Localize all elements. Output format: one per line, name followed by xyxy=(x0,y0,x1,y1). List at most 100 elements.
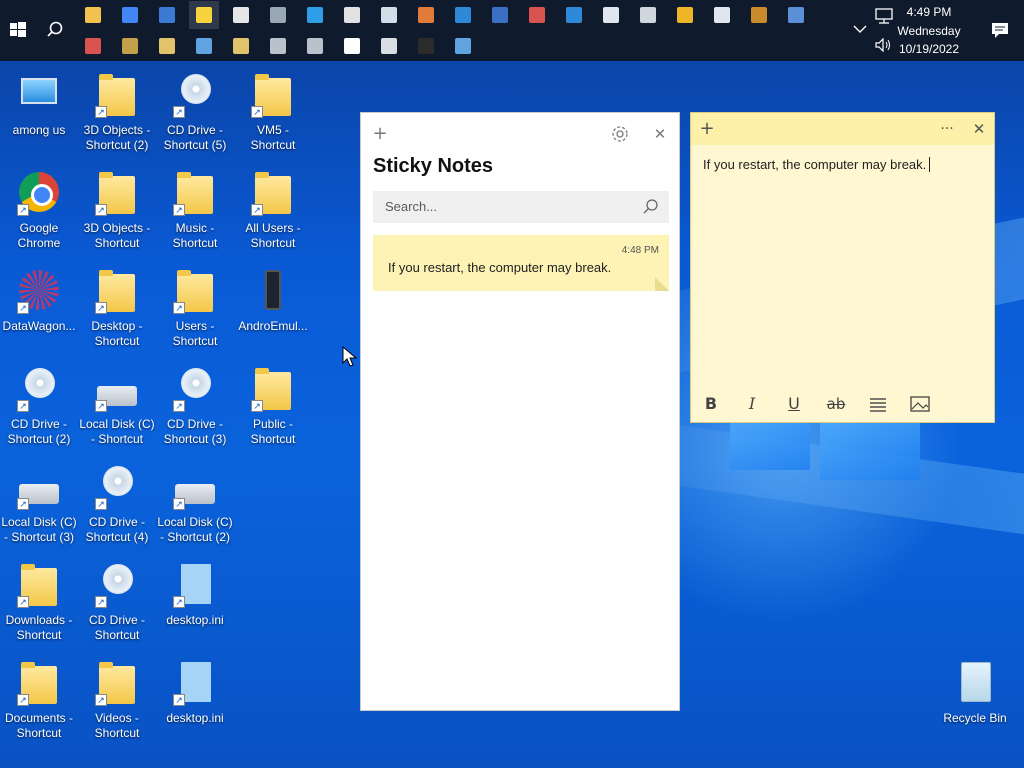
search-icon[interactable] xyxy=(641,197,661,217)
taskbar-app-command-prompt[interactable] xyxy=(411,32,441,60)
image-icon[interactable] xyxy=(907,393,933,415)
desktop-icon[interactable]: ↗ Public - Shortcut xyxy=(234,358,312,454)
taskbar-app-control-panel[interactable] xyxy=(781,1,811,29)
taskbar-app-printer[interactable] xyxy=(633,1,663,29)
taskbar-app-internet-explorer[interactable] xyxy=(300,1,330,29)
desktop-icon[interactable]: AndroEmul... xyxy=(234,260,312,356)
taskbar-app-sticky-notes[interactable] xyxy=(189,1,219,29)
close-list-button[interactable]: ✕ xyxy=(649,123,671,145)
no-entry-icon xyxy=(344,38,360,54)
search-input[interactable]: Search... xyxy=(373,191,669,223)
close-note-button[interactable]: ✕ xyxy=(967,118,991,140)
desktop-icon-label: CD Drive - Shortcut (3) xyxy=(163,417,227,446)
taskbar-app-no-entry[interactable] xyxy=(337,32,367,60)
desktop-icon[interactable]: ↗ 3D Objects - Shortcut (2) xyxy=(78,64,156,160)
pc-icon xyxy=(15,72,63,120)
new-note-button[interactable]: + xyxy=(369,123,391,145)
desktop-icon[interactable]: ↗ CD Drive - Shortcut (3) xyxy=(156,358,234,454)
desktop-icon[interactable]: ↗ desktop.ini xyxy=(156,554,234,650)
shortcut-arrow-icon: ↗ xyxy=(17,204,29,216)
taskbar-app-snipping-tool[interactable] xyxy=(522,1,552,29)
desktop-icon[interactable]: ↗ Users - Shortcut xyxy=(156,260,234,356)
taskbar-app-calendar[interactable] xyxy=(596,1,626,29)
taskbar-app-chrome[interactable] xyxy=(115,1,145,29)
taskbar-app-network[interactable] xyxy=(263,1,293,29)
taskbar-app-admin-tools[interactable] xyxy=(374,32,404,60)
taskbar-app-monitor[interactable] xyxy=(448,32,478,60)
desktop-icon[interactable]: ↗ 3D Objects - Shortcut xyxy=(78,162,156,258)
desktop-icon[interactable]: ↗ Local Disk (C) - Shortcut xyxy=(78,358,156,454)
taskbar-app-media-player[interactable] xyxy=(485,1,515,29)
shortcut-arrow-icon: ↗ xyxy=(17,302,29,314)
clock-day[interactable]: Wednesday xyxy=(879,24,979,38)
taskbar-app-palette[interactable] xyxy=(411,1,441,29)
strikethrough-button[interactable]: ab xyxy=(823,393,849,415)
gear-icon[interactable] xyxy=(609,123,631,145)
shortcut-arrow-icon: ↗ xyxy=(95,498,107,510)
desktop-icon-label: desktop.ini xyxy=(166,613,224,627)
desktop-icon[interactable]: ↗ Documents - Shortcut xyxy=(0,652,78,748)
taskbar-app-video[interactable] xyxy=(670,1,700,29)
shortcut-arrow-icon: ↗ xyxy=(173,498,185,510)
taskbar-app-archive[interactable] xyxy=(78,32,108,60)
desktop-icon[interactable]: ↗ Google Chrome xyxy=(0,162,78,258)
taskbar-app-notepad[interactable] xyxy=(374,1,404,29)
taskbar-app-registry[interactable] xyxy=(152,32,182,60)
cd-icon: ↗ xyxy=(93,464,141,512)
desktop-icon[interactable]: among us xyxy=(0,64,78,160)
desktop-icon[interactable]: ↗ Local Disk (C) - Shortcut (3) xyxy=(0,456,78,552)
taskbar-app-notes-lock[interactable] xyxy=(226,32,256,60)
desktop-icon[interactable]: ↗ CD Drive - Shortcut (5) xyxy=(156,64,234,160)
chevron-up-icon[interactable] xyxy=(853,24,867,34)
desktop-icon[interactable]: ↗ Downloads - Shortcut xyxy=(0,554,78,650)
desktop-icon[interactable]: ↗ Local Disk (C) - Shortcut (2) xyxy=(156,456,234,552)
desktop-icon-label: Music - Shortcut xyxy=(172,221,218,250)
taskbar-app-file-explorer[interactable] xyxy=(78,1,108,29)
add-note-button[interactable]: + xyxy=(695,118,719,140)
cd-icon: ↗ xyxy=(93,562,141,610)
taskbar-app-settings[interactable] xyxy=(226,1,256,29)
notification-icon[interactable] xyxy=(991,21,1009,39)
desktop-icon[interactable]: ↗ desktop.ini xyxy=(156,652,234,748)
taskbar-app-magnifier[interactable] xyxy=(189,32,219,60)
bold-button[interactable]: B xyxy=(698,393,724,415)
clock-date[interactable]: 10/19/2022 xyxy=(879,42,979,56)
start-button[interactable] xyxy=(0,0,36,61)
taskbar-app-image-viewer[interactable] xyxy=(152,1,182,29)
desktop-icon[interactable]: ↗ Desktop - Shortcut xyxy=(78,260,156,356)
folder-icon: ↗ xyxy=(171,268,219,316)
note-menu-button[interactable]: ··· xyxy=(935,118,959,140)
note-title-bar[interactable]: + ··· ✕ xyxy=(691,113,994,145)
desktop-icon[interactable]: ↗ VM5 - Shortcut xyxy=(234,64,312,160)
desktop-icon-label: DataWagon... xyxy=(2,319,76,333)
taskbar-app-remote-desktop[interactable] xyxy=(448,1,478,29)
desktop-icon[interactable]: ↗ Music - Shortcut xyxy=(156,162,234,258)
desktop-icon[interactable]: ↗ CD Drive - Shortcut (4) xyxy=(78,456,156,552)
desktop-icon[interactable]: ↗ Videos - Shortcut xyxy=(78,652,156,748)
list-icon[interactable] xyxy=(865,393,891,415)
cd-icon: ↗ xyxy=(171,366,219,414)
desktop-icon[interactable]: ↗ CD Drive - Shortcut xyxy=(78,554,156,650)
palette-icon xyxy=(418,7,434,23)
desktop-icon-label: Google Chrome xyxy=(17,221,61,250)
taskbar-app-app-grid[interactable] xyxy=(559,1,589,29)
taskbar-app-disk-management[interactable] xyxy=(263,32,293,60)
underline-button[interactable]: U xyxy=(781,393,807,415)
clock-time[interactable]: 4:49 PM xyxy=(879,5,979,19)
taskbar-app-scanner[interactable] xyxy=(300,32,330,60)
taskbar-app-vlc-like[interactable] xyxy=(744,1,774,29)
desktop-icon[interactable]: ↗ DataWagon... xyxy=(0,260,78,356)
desktop-icon[interactable]: ↗ All Users - Shortcut xyxy=(234,162,312,258)
sticky-note-window: + ··· ✕ If you restart, the computer may… xyxy=(690,112,995,423)
search-button[interactable] xyxy=(38,0,72,61)
shortcut-arrow-icon: ↗ xyxy=(17,400,29,412)
recycle-bin-icon[interactable]: Recycle Bin xyxy=(936,652,1014,748)
note-list-item[interactable]: 4:48 PM If you restart, the computer may… xyxy=(373,235,669,291)
taskbar-app-document[interactable] xyxy=(707,1,737,29)
taskbar-app-paint[interactable] xyxy=(337,1,367,29)
italic-button[interactable]: I xyxy=(739,393,765,415)
taskbar-app-drive[interactable] xyxy=(115,32,145,60)
wagon-icon: ↗ xyxy=(15,268,63,316)
desktop-icon[interactable]: ↗ CD Drive - Shortcut (2) xyxy=(0,358,78,454)
note-text-area[interactable]: If you restart, the computer may break. xyxy=(703,157,931,172)
